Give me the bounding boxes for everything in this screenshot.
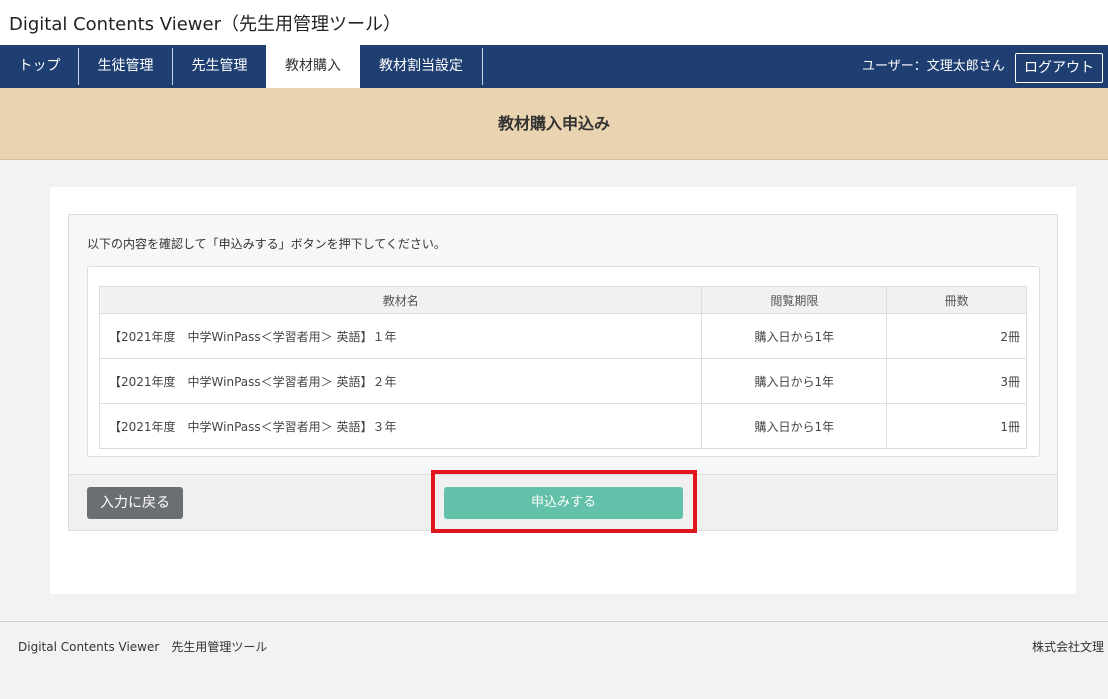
main-navbar: トップ 生徒管理 先生管理 教材購入 教材割当設定 ユーザー：文理太郎さん ログ… (0, 45, 1108, 88)
quantity-cell: 3冊 (886, 358, 1027, 404)
order-table: 教材名 閲覧期限 冊数 【2021年度 中学WinPass＜学習者用＞ 英語】１… (98, 286, 1027, 449)
material-name-cell: 【2021年度 中学WinPass＜学習者用＞ 英語】１年 (98, 313, 703, 359)
period-cell: 購入日から1年 (701, 403, 888, 449)
column-header-quantity: 冊数 (886, 286, 1027, 314)
table-row: 【2021年度 中学WinPass＜学習者用＞ 英語】１年 購入日から1年 2冊 (98, 313, 1027, 359)
column-header-period: 閲覧期限 (701, 286, 888, 314)
submit-application-button[interactable]: 申込みする (444, 487, 683, 519)
page-title: 教材購入申込み (497, 114, 610, 133)
page-banner: 教材購入申込み (0, 88, 1108, 160)
app-title: Digital Contents Viewer（先生用管理ツール） (9, 14, 401, 35)
nav-divider (482, 48, 483, 85)
content-card: 以下の内容を確認して「申込みする」ボタンを押下してください。 教材名 閲覧期限 … (50, 187, 1076, 594)
period-cell: 購入日から1年 (701, 313, 888, 359)
nav-item-material-assignment[interactable]: 教材割当設定 (360, 45, 482, 88)
back-to-input-button[interactable]: 入力に戻る (87, 487, 183, 519)
app-header: Digital Contents Viewer（先生用管理ツール） (0, 0, 1108, 45)
footer-company: 株式会社文理 (1032, 640, 1105, 654)
nav-item-teacher-management[interactable]: 先生管理 (173, 45, 266, 88)
table-header-row: 教材名 閲覧期限 冊数 (98, 286, 1027, 314)
material-name-cell: 【2021年度 中学WinPass＜学習者用＞ 英語】２年 (98, 358, 703, 404)
nav-item-top[interactable]: トップ (0, 45, 79, 88)
footer-app-name: Digital Contents Viewer 先生用管理ツール (18, 640, 268, 654)
order-table-container: 教材名 閲覧期限 冊数 【2021年度 中学WinPass＜学習者用＞ 英語】１… (87, 266, 1040, 457)
table-row: 【2021年度 中学WinPass＜学習者用＞ 英語】３年 購入日から1年 1冊 (98, 403, 1027, 449)
nav-item-material-purchase[interactable]: 教材購入 (266, 45, 360, 88)
material-name-cell: 【2021年度 中学WinPass＜学習者用＞ 英語】３年 (98, 403, 703, 449)
logout-button[interactable]: ログアウト (1015, 53, 1103, 83)
confirmation-panel: 以下の内容を確認して「申込みする」ボタンを押下してください。 教材名 閲覧期限 … (68, 214, 1058, 531)
table-row: 【2021年度 中学WinPass＜学習者用＞ 英語】２年 購入日から1年 3冊 (98, 358, 1027, 404)
nav-item-student-management[interactable]: 生徒管理 (79, 45, 172, 88)
period-cell: 購入日から1年 (701, 358, 888, 404)
instruction-text: 以下の内容を確認して「申込みする」ボタンを押下してください。 (87, 237, 446, 251)
quantity-cell: 1冊 (886, 403, 1027, 449)
user-label: ユーザー：文理太郎さん (862, 59, 1005, 74)
panel-footer: 入力に戻る 申込みする (69, 474, 1057, 530)
footer-divider (0, 621, 1108, 622)
column-header-name: 教材名 (98, 286, 703, 314)
quantity-cell: 2冊 (886, 313, 1027, 359)
